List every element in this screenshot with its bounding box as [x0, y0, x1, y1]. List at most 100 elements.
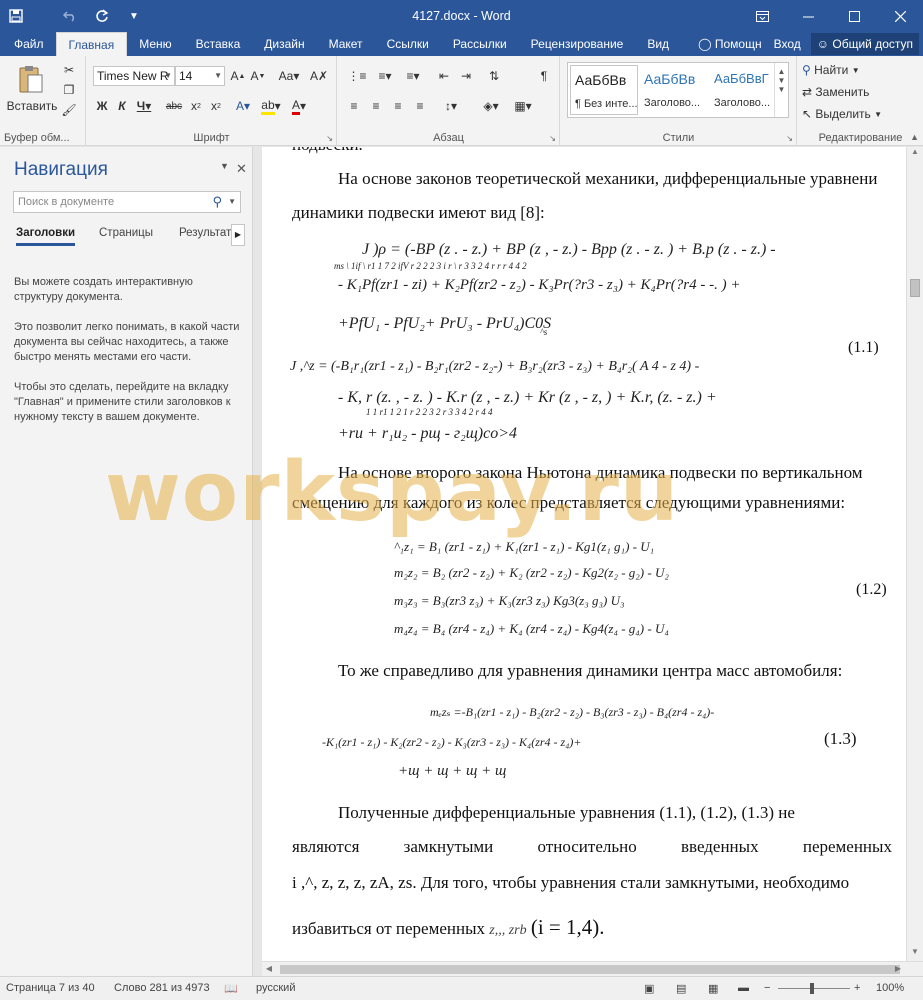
pilcrow-icon[interactable]: ¶ [534, 66, 554, 86]
proofing-icon[interactable]: 📖 [224, 982, 238, 995]
tab-view[interactable]: Вид [635, 32, 681, 56]
vertical-scrollbar[interactable]: ▲ ▼ [906, 147, 923, 961]
tell-me[interactable]: ◯ Помощн [692, 37, 768, 51]
dialog-launcher-icon[interactable]: ↘ [549, 134, 556, 143]
tab-design[interactable]: Дизайн [252, 32, 316, 56]
nav-close-icon[interactable]: ✕ [236, 161, 247, 177]
tab-file[interactable]: Файл [0, 32, 56, 56]
page-count[interactable]: Страница 7 из 40 [6, 982, 95, 994]
numbering-icon[interactable]: ≡▾ [372, 66, 398, 86]
nav-tab-headings[interactable]: Заголовки [16, 227, 76, 246]
cut-icon[interactable]: ✂ [60, 60, 78, 80]
para4-line4: избавиться от переменных z,,, zrb (i = 1… [292, 915, 605, 939]
maximize-icon[interactable] [831, 0, 877, 32]
eq1-number: (1.1) [848, 339, 879, 356]
styles-scroll[interactable]: ▲ ▼ ▼ [774, 63, 788, 117]
bullets-icon[interactable]: ⋮≡ [344, 66, 370, 86]
search-icon[interactable]: ⚲ [212, 192, 222, 212]
nav-tab-pages[interactable]: Страницы [99, 227, 153, 239]
zoom-in-icon[interactable]: + [854, 982, 860, 994]
borders-icon[interactable]: ▦▾ [510, 96, 536, 116]
scroll-up-icon[interactable]: ▲ [907, 147, 923, 161]
style-no-spacing[interactable]: АаБбВв ¶ Без инте... [570, 65, 638, 115]
ribbon-options-icon[interactable] [739, 0, 785, 32]
language[interactable]: русский [256, 982, 295, 994]
redo-icon[interactable] [86, 0, 118, 32]
collapse-ribbon-icon[interactable]: ▲ [910, 132, 919, 142]
subscript-icon[interactable]: x2 [187, 96, 205, 116]
minimize-icon[interactable] [785, 0, 831, 32]
align-right-icon[interactable]: ≡ [388, 96, 408, 116]
undo-icon[interactable] [54, 0, 86, 32]
style-heading-2[interactable]: АаБбВвГ Заголово... [710, 65, 778, 115]
decrease-indent-icon[interactable]: ⇤ [434, 66, 454, 86]
scroll-thumb[interactable] [910, 279, 920, 297]
nav-search-input[interactable]: Поиск в документе ⚲ ▼ [13, 191, 241, 213]
web-layout-icon[interactable]: ▬ [738, 982, 749, 994]
tab-mailings[interactable]: Рассылки [441, 32, 519, 56]
copy-icon[interactable]: ❐ [60, 80, 78, 100]
style-heading-1[interactable]: АаБбВв Заголово... [640, 65, 708, 115]
justify-icon[interactable]: ≡ [410, 96, 430, 116]
customize-icon[interactable]: ▼ [118, 0, 150, 32]
change-case-icon[interactable]: Aa▾ [275, 66, 303, 86]
clear-format-icon[interactable]: A✗ [309, 66, 329, 86]
highlight-icon[interactable]: ab ▾ [259, 96, 283, 116]
font-size-select[interactable]: 14 ▼ [175, 66, 225, 86]
bold-icon[interactable]: Ж [93, 96, 111, 116]
share-button[interactable]: ☺ Общий доступ [810, 33, 919, 55]
chevron-right-icon[interactable]: ▶ [231, 224, 245, 246]
find-button[interactable]: ⚲ Найти ▼ [802, 60, 912, 80]
focus-mode-icon[interactable]: ▣ [644, 982, 654, 995]
close-icon[interactable] [877, 0, 923, 32]
signin-link[interactable]: Вход [768, 37, 807, 51]
shading-icon[interactable]: ◈▾ [478, 96, 504, 116]
scroll-left-icon[interactable]: ◀ [262, 962, 276, 976]
line-spacing-icon[interactable]: ↕▾ [438, 96, 464, 116]
paste-button[interactable]: Вставить [6, 96, 58, 116]
font-color-icon[interactable]: A ▾ [287, 96, 311, 116]
dialog-launcher-icon[interactable]: ↘ [326, 134, 333, 143]
select-button[interactable]: ↖ Выделить ▼ [802, 104, 912, 124]
chevron-down-icon[interactable]: ▼ [228, 192, 236, 212]
hscroll-thumb[interactable] [280, 965, 900, 974]
zoom-out-icon[interactable]: − [764, 982, 770, 994]
paste-icon[interactable] [16, 62, 46, 96]
align-center-icon[interactable]: ≡ [366, 96, 386, 116]
zoom-level[interactable]: 100% [876, 982, 904, 994]
tab-insert[interactable]: Вставка [184, 32, 253, 56]
underline-icon[interactable]: Ч▾ [133, 96, 155, 116]
strikethrough-icon[interactable]: abc [163, 96, 185, 116]
font-name-select[interactable]: Times New R ▼ [93, 66, 175, 86]
grow-font-icon[interactable]: A ▲ [229, 66, 247, 86]
word-count[interactable]: Слово 281 из 4973 [114, 982, 210, 994]
read-mode-icon[interactable]: ▤ [676, 982, 686, 995]
italic-icon[interactable]: К [113, 96, 131, 116]
tab-references[interactable]: Ссылки [375, 32, 441, 56]
replace-button[interactable]: ⇄ Заменить [802, 82, 912, 102]
increase-indent-icon[interactable]: ⇥ [456, 66, 476, 86]
print-layout-icon[interactable]: ▦ [708, 982, 718, 995]
clipboard-group: Вставить ✂ ❐ 🖌 Буфер обм... [0, 56, 86, 146]
shrink-font-icon[interactable]: A ▼ [249, 66, 267, 86]
zoom-slider-thumb[interactable] [810, 983, 814, 994]
dialog-launcher-icon[interactable]: ↘ [786, 134, 793, 143]
zoom-slider[interactable] [778, 988, 850, 989]
align-left-icon[interactable]: ≡ [344, 96, 364, 116]
sort-icon[interactable]: ⇅ [484, 66, 504, 86]
scroll-right-icon[interactable]: ▶ [891, 962, 905, 976]
multilevel-list-icon[interactable]: ≡▾ [400, 66, 426, 86]
superscript-icon[interactable]: x2 [207, 96, 225, 116]
horizontal-scrollbar[interactable]: ◀ ▶ [262, 961, 923, 976]
scroll-down-icon[interactable]: ▼ [907, 947, 923, 961]
tab-layout[interactable]: Макет [317, 32, 375, 56]
nav-tab-results[interactable]: Результаты [179, 227, 235, 239]
save-icon[interactable] [0, 0, 32, 32]
text-effects-icon[interactable]: A▾ [231, 96, 255, 116]
format-painter-icon[interactable]: 🖌 [60, 100, 78, 120]
tab-review[interactable]: Рецензирование [519, 32, 636, 56]
document-page[interactable]: подвески. На основе законов теоретическо… [262, 147, 906, 961]
tab-menu[interactable]: Меню [127, 32, 183, 56]
tab-home[interactable]: Главная [55, 32, 128, 56]
nav-options-icon[interactable]: ▼ [220, 161, 229, 171]
